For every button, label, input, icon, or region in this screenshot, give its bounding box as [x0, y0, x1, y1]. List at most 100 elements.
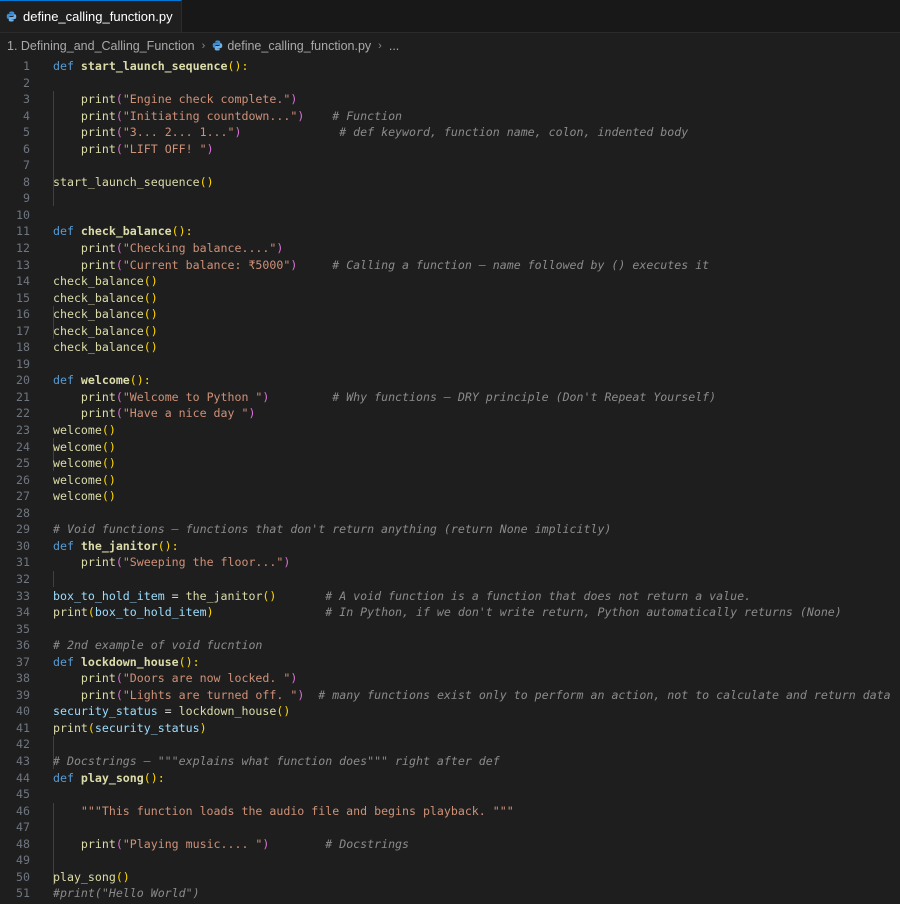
tab-define-calling-function[interactable]: define_calling_function.py	[0, 0, 182, 32]
code-text: print("Doors are now locked. ")	[53, 670, 297, 687]
code-line[interactable]: 45	[0, 786, 900, 803]
code-line[interactable]: 4 print("Initiating countdown...") # Fun…	[0, 108, 900, 125]
breadcrumb-file[interactable]: define_calling_function.py	[227, 39, 371, 53]
code-text: print("Checking balance....")	[53, 240, 283, 257]
code-line[interactable]: 17 check_balance()	[0, 323, 900, 340]
line-number: 18	[16, 340, 30, 355]
code-line[interactable]: 35	[0, 621, 900, 638]
line-number: 32	[16, 571, 30, 586]
code-line[interactable]: 40 security_status = lockdown_house()	[0, 703, 900, 720]
code-token: box_to_hold_item	[53, 588, 165, 603]
line-number: 49	[16, 853, 30, 868]
code-line[interactable]: 11 def check_balance():	[0, 223, 900, 240]
code-line[interactable]: 43 # Docstrings – """explains what functi…	[0, 753, 900, 770]
code-line[interactable]: 23 welcome()	[0, 422, 900, 439]
code-line[interactable]: 41 print(security_status)	[0, 720, 900, 737]
code-line[interactable]: 47	[0, 819, 900, 836]
code-line[interactable]: 14 check_balance()	[0, 273, 900, 290]
code-line[interactable]: 32	[0, 571, 900, 588]
code-line[interactable]: 36 # 2nd example of void fucntion	[0, 637, 900, 654]
code-line[interactable]: 20 def welcome():	[0, 372, 900, 389]
line-number: 6	[23, 141, 30, 156]
line-number: 45	[16, 787, 30, 802]
code-text: check_balance()	[53, 290, 158, 307]
code-token: ()	[115, 869, 130, 884]
code-line[interactable]: 22 print("Have a nice day ")	[0, 405, 900, 422]
code-text: print("Lights are turned off. ") # many …	[53, 687, 891, 704]
code-text: print("Have a nice day ")	[53, 405, 256, 422]
code-token: ()	[262, 588, 277, 603]
code-token: print	[80, 687, 116, 702]
line-number: 16	[16, 307, 30, 322]
code-line[interactable]: 42	[0, 736, 900, 753]
code-token: check_balance	[53, 340, 144, 355]
code-line[interactable]: 26 welcome()	[0, 472, 900, 489]
line-number: 11	[16, 224, 30, 239]
code-line[interactable]: 25 welcome()	[0, 455, 900, 472]
code-token: # Docstrings – """explains what function…	[53, 753, 500, 768]
code-line[interactable]: 38 print("Doors are now locked. ")	[0, 670, 900, 687]
code-text: welcome()	[53, 422, 116, 439]
code-line[interactable]: 33 box_to_hold_item = the_janitor() # A v…	[0, 588, 900, 605]
code-line[interactable]: 19	[0, 356, 900, 373]
code-token: (	[87, 720, 95, 735]
code-line[interactable]: 9	[0, 190, 900, 207]
code-token: (	[87, 605, 95, 620]
line-number: 23	[16, 423, 30, 438]
line-number: 9	[23, 191, 30, 206]
code-line[interactable]: 8 start_launch_sequence()	[0, 174, 900, 191]
code-line[interactable]: 31 print("Sweeping the floor...")	[0, 554, 900, 571]
code-line[interactable]: 16 check_balance()	[0, 306, 900, 323]
code-line[interactable]: 48 print("Playing music.... ") # Docstri…	[0, 836, 900, 853]
code-line[interactable]: 2	[0, 75, 900, 92]
breadcrumb-folder[interactable]: 1. Defining_and_Calling_Function	[7, 39, 195, 53]
code-line[interactable]: 30 def the_janitor():	[0, 538, 900, 555]
code-line[interactable]: 15 check_balance()	[0, 290, 900, 307]
code-line[interactable]: 5 print("3... 2... 1...") # def keyword,…	[0, 124, 900, 141]
code-line[interactable]: 10	[0, 207, 900, 224]
code-line[interactable]: 27 welcome()	[0, 488, 900, 505]
code-token: (	[115, 257, 123, 272]
code-token: def	[53, 538, 81, 553]
code-line[interactable]: 51 #print("Hello World")	[0, 885, 900, 902]
code-line[interactable]: 46 """This function loads the audio file…	[0, 803, 900, 820]
code-line[interactable]: 29 # Void functions – functions that don'…	[0, 521, 900, 538]
code-line[interactable]: 12 print("Checking balance....")	[0, 240, 900, 257]
code-line[interactable]: 44 def play_song():	[0, 770, 900, 787]
code-token: )	[206, 605, 214, 620]
code-line[interactable]: 3 print("Engine check complete.")	[0, 91, 900, 108]
code-editor[interactable]: 1 def start_launch_sequence(): 2 3 print("E…	[0, 58, 900, 902]
code-line[interactable]: 34 print(box_to_hold_item) # In Python, i…	[0, 604, 900, 621]
code-text: # Void functions – functions that don't …	[53, 521, 611, 538]
code-line[interactable]: 37 def lockdown_house():	[0, 654, 900, 671]
code-token: ()	[143, 274, 158, 289]
code-token: start_launch_sequence	[80, 59, 228, 73]
code-text: def play_song():	[53, 770, 165, 787]
line-number: 33	[16, 588, 30, 603]
code-line[interactable]: 39 print("Lights are turned off. ") # ma…	[0, 687, 900, 704]
code-line[interactable]: 18 check_balance()	[0, 339, 900, 356]
code-line[interactable]: 21 print("Welcome to Python ") # Why fun…	[0, 389, 900, 406]
code-line[interactable]: 28	[0, 505, 900, 522]
code-token: ()	[101, 456, 116, 471]
code-token: print	[80, 257, 116, 272]
code-line[interactable]: 7	[0, 157, 900, 174]
line-number: 17	[16, 323, 30, 338]
code-line[interactable]: 24 welcome()	[0, 439, 900, 456]
code-line[interactable]: 6 print("LIFT OFF! ")	[0, 141, 900, 158]
breadcrumb-more[interactable]: ...	[389, 39, 399, 53]
code-token: the_janitor	[185, 588, 263, 603]
code-line[interactable]: 49	[0, 852, 900, 869]
code-text: def welcome():	[53, 372, 151, 389]
code-line[interactable]: 50 play_song()	[0, 869, 900, 886]
code-line[interactable]: 13 print("Current balance: ₹5000") # Cal…	[0, 257, 900, 274]
code-token: print	[80, 141, 116, 156]
code-line[interactable]: 1 def start_launch_sequence():	[0, 58, 900, 75]
code-token: (	[115, 108, 123, 123]
line-number: 31	[16, 555, 30, 570]
